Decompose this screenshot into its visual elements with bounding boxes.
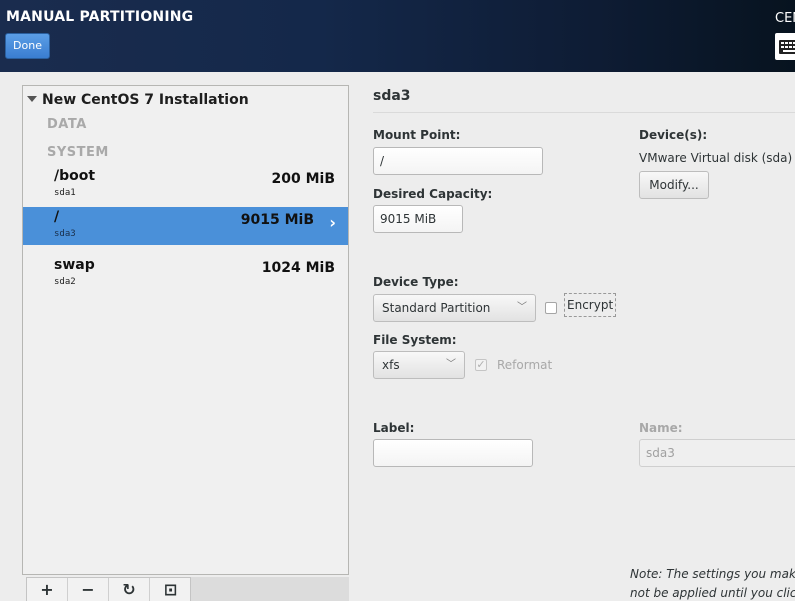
- device-type-label: Device Type:: [373, 275, 459, 289]
- modify-button[interactable]: Modify...: [639, 171, 709, 199]
- note-line-1: Note: The settings you make on this scre…: [630, 567, 795, 581]
- refresh-button[interactable]: ↻: [109, 578, 150, 601]
- disk-config-icon: ⊡: [163, 580, 178, 599]
- partition-size: 200 MiB: [271, 171, 336, 187]
- minus-icon: −: [81, 580, 95, 599]
- reformat-checkbox[interactable]: ✓: [475, 359, 487, 371]
- partition-row-swap[interactable]: swap sda2 1024 MiB: [23, 255, 348, 293]
- partition-mount: /: [54, 209, 60, 225]
- page-title: MANUAL PARTITIONING: [6, 9, 194, 25]
- group-system-label: SYSTEM: [47, 145, 109, 160]
- devices-value: VMware Virtual disk (sda): [639, 151, 793, 165]
- partition-mount: /boot: [54, 168, 96, 184]
- chevron-down-icon: ﹀: [446, 359, 456, 370]
- partition-device: sda2: [54, 277, 76, 287]
- available-space-area: [191, 577, 349, 601]
- remove-partition-button[interactable]: −: [68, 578, 109, 601]
- partition-size: 1024 MiB: [261, 260, 335, 276]
- keyboard-icon: [779, 40, 795, 54]
- header-bar: MANUAL PARTITIONING Done CENTOS 7 INSTAL…: [0, 0, 795, 72]
- partition-toolbar: + − ↻ ⊡: [26, 577, 191, 601]
- partition-tree: New CentOS 7 Installation DATA SYSTEM /b…: [22, 85, 349, 575]
- reformat-label: Reformat: [497, 358, 553, 372]
- configure-button[interactable]: ⊡: [150, 578, 191, 601]
- partition-device: sda3: [54, 229, 76, 239]
- partition-size: 9015 MiB: [240, 212, 314, 228]
- chevron-right-icon: ›: [329, 213, 336, 232]
- partition-mount: swap: [54, 257, 95, 273]
- desired-capacity-label: Desired Capacity:: [373, 187, 493, 201]
- settings-note: Note: The settings you make on this scre…: [630, 565, 795, 601]
- partition-device: sda1: [54, 188, 76, 198]
- partition-row-boot[interactable]: /boot sda1 200 MiB: [23, 166, 348, 204]
- label-field-label: Label:: [373, 421, 415, 435]
- title-divider: [373, 112, 795, 113]
- partition-title: sda3: [373, 88, 411, 104]
- file-system-dropdown[interactable]: xfs ﹀: [373, 351, 465, 379]
- desired-capacity-input[interactable]: [373, 205, 463, 233]
- devices-label: Device(s):: [639, 128, 708, 142]
- note-line-2: not be applied until you click on the ma…: [630, 586, 795, 600]
- name-input: [639, 439, 795, 467]
- device-type-dropdown[interactable]: Standard Partition ﹀: [373, 294, 536, 322]
- refresh-icon: ↻: [122, 580, 136, 599]
- mount-point-label: Mount Point:: [373, 128, 461, 142]
- installation-root-label: New CentOS 7 Installation: [42, 92, 249, 108]
- add-partition-button[interactable]: +: [27, 578, 68, 601]
- name-field-label: Name:: [639, 421, 683, 435]
- plus-icon: +: [40, 580, 54, 599]
- device-type-value: Standard Partition: [382, 301, 491, 315]
- chevron-down-icon: ﹀: [517, 302, 527, 313]
- encrypt-label[interactable]: Encrypt: [564, 293, 617, 317]
- done-button[interactable]: Done: [5, 33, 50, 59]
- installation-root[interactable]: New CentOS 7 Installation: [27, 92, 249, 108]
- encrypt-checkbox[interactable]: [545, 302, 557, 314]
- installer-title: CENTOS 7 INSTALLATION: [775, 11, 795, 26]
- expander-arrow-icon[interactable]: [27, 96, 37, 102]
- file-system-value: xfs: [382, 358, 400, 372]
- partition-row-root[interactable]: / sda3 9015 MiB ›: [23, 207, 348, 245]
- mount-point-input[interactable]: [373, 147, 543, 175]
- file-system-label: File System:: [373, 333, 457, 347]
- label-input[interactable]: [373, 439, 533, 467]
- keyboard-layout-button[interactable]: [775, 33, 795, 60]
- group-data-label: DATA: [47, 117, 87, 132]
